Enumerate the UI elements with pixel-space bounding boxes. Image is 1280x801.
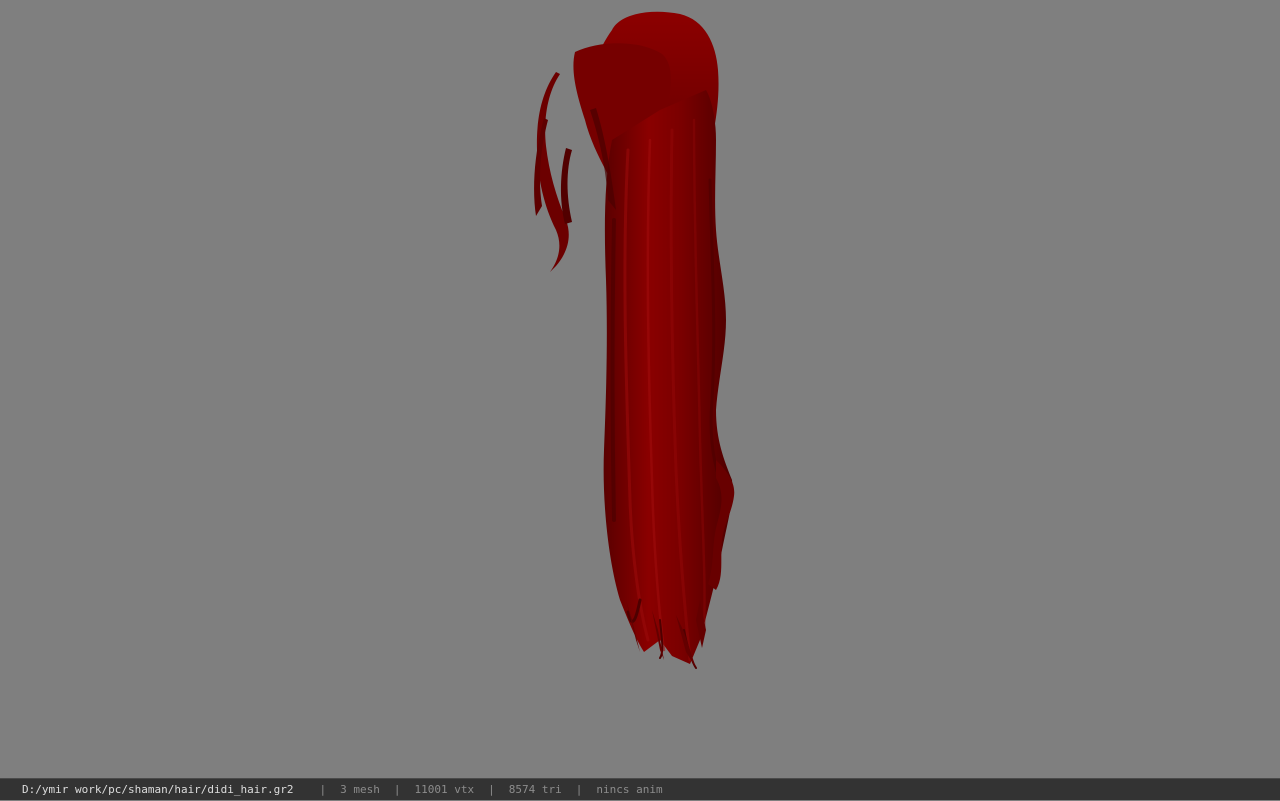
status-separator: | — [393, 782, 401, 796]
file-path-label: D:/ymir work/pc/shaman/hair/didi_hair.gr… — [22, 782, 294, 796]
status-separator: | — [319, 782, 327, 796]
status-bar: D:/ymir work/pc/shaman/hair/didi_hair.gr… — [0, 778, 1280, 800]
3d-viewport[interactable] — [0, 0, 1280, 778]
status-separator: | — [488, 782, 495, 796]
mesh-count: 3 mesh — [340, 782, 380, 796]
animation-status: nincs anim — [596, 782, 663, 796]
status-separator: | — [575, 782, 583, 796]
triangle-count: 8574 tri — [508, 782, 562, 796]
hair-model-render — [534, 11, 735, 669]
vertex-count: 11001 vtx — [414, 782, 475, 796]
